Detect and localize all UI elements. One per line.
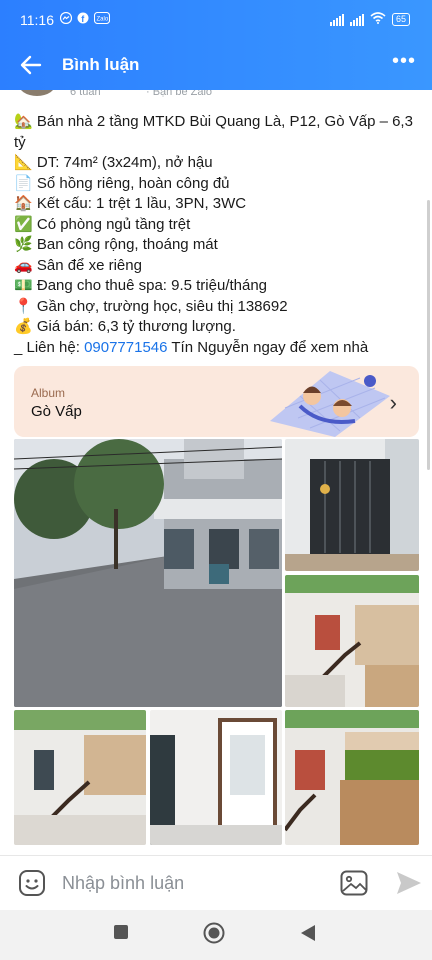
post-line-text: Bán nhà 2 tầng MTKD Bùi Quang Là, P12, G… [14,113,413,151]
status-bar: 11:16 f Zalo 65 [0,0,432,40]
album-label: Album [31,386,66,400]
home-button-icon[interactable] [203,922,225,949]
album-illustration [270,371,390,437]
post-time: 6 tuần [70,90,101,98]
phone-link[interactable]: 0907771546 [84,339,167,356]
photo-interior-2[interactable] [150,710,282,845]
page-title: Bình luận [62,55,140,74]
post-line: 🏡 Bán nhà 2 tầng MTKD Bùi Quang Là, P12,… [14,112,418,153]
photo-interior-1[interactable] [14,710,146,845]
post-line-text: DT: 74m² (3x24m), nở hậu [36,154,213,171]
image-picker-icon[interactable] [340,870,368,901]
avatar[interactable] [18,90,56,96]
sticker-emoji-icon[interactable] [18,869,46,902]
signal-icon [329,13,344,26]
post-line: 📍 Gần chợ, trường học, siêu thị 138692 [14,297,418,318]
album-name: Gò Vấp [31,403,82,420]
back-nav-icon[interactable] [300,924,316,947]
photo-gate[interactable] [285,439,419,571]
document-icon: 📄 [14,174,33,192]
post-line-text: Sổ hồng riêng, hoàn công đủ [36,174,230,192]
check-icon: ✅ [14,215,33,233]
post-line-text: Đang cho thuê spa: 9.5 triệu/tháng [36,277,268,294]
post-line: 📄 Sổ hồng riêng, hoàn công đủ [14,174,418,195]
home-icon: 🏠 [14,195,33,212]
post-body: 🏡 Bán nhà 2 tầng MTKD Bùi Quang Là, P12,… [14,112,418,358]
status-right-icons: 65 [329,12,410,27]
car-icon: 🚗 [14,256,33,274]
house-icon: 🏡 [14,113,33,130]
post-line: 💵 Đang cho thuê spa: 9.5 triệu/tháng [14,276,418,297]
chevron-right-icon: › [389,390,397,415]
comment-input[interactable] [62,868,312,898]
signal-2-icon [349,13,364,26]
post-line-text: Gần chợ, trường học, siêu thị 138692 [36,297,288,315]
post-line: 💰 Giá bán: 6,3 tỷ thương lượng. [14,317,418,338]
contact-prefix: _ Liên hệ: [14,338,85,356]
back-arrow-icon[interactable] [18,52,44,78]
status-notification-icons: f Zalo [59,11,111,27]
photo-grid [14,439,419,845]
money-icon: 💵 [14,277,33,294]
post-line: 🏠 Kết cấu: 1 trệt 1 lầu, 3PN, 3WC [14,194,418,215]
system-nav-bar [0,910,432,960]
status-time: 11:16 [20,12,54,28]
zalo-notif-icon: Zalo [93,11,111,27]
post-line: 🚗 Sân để xe riêng [14,256,418,277]
send-icon[interactable] [395,870,423,901]
post-line-text: Giá bán: 6,3 tỷ thương lượng. [36,318,236,335]
post-line-text: Có phòng ngủ tầng trệt [36,215,191,233]
money-bag-icon: 💰 [14,318,33,335]
comment-input-bar [0,855,432,909]
post-audience: · Bạn bè Zalo [146,90,213,98]
post-line-text: Kết cấu: 1 trệt 1 lầu, 3PN, 3WC [36,195,247,212]
ruler-icon: 📐 [14,154,33,171]
leaf-icon: 🌿 [14,236,33,253]
scrollbar[interactable] [427,200,430,470]
recent-apps-icon[interactable] [113,924,129,945]
contact-line: _ Liên hệ: 0907771546 Tín Nguyễn ngay để… [14,338,418,359]
pin-icon: 📍 [14,297,33,315]
post-line: 🌿 Ban công rộng, thoáng mát [14,235,418,256]
photo-street[interactable] [14,439,282,707]
post-line-text: Sân để xe riêng [36,256,142,274]
app-header: Bình luận ••• [0,40,432,90]
post-line: 📐 DT: 74m² (3x24m), nở hậu [14,153,418,174]
facebook-notif-icon: f [77,12,89,27]
comment-thread[interactable]: 6 tuần · Bạn bè Zalo 🏡 Bán nhà 2 tầng MT… [0,90,432,855]
wifi-icon [370,12,386,27]
post-line: ✅ Có phòng ngủ tầng trệt [14,215,418,236]
messenger-notif-icon [59,11,73,27]
photo-kitchen[interactable] [285,710,419,845]
album-card[interactable]: Album Gò Vấp › [14,366,419,437]
more-options-icon[interactable]: ••• [392,50,416,73]
post-line-text: Ban công rộng, thoáng mát [36,236,218,253]
photo-stairs[interactable] [285,575,419,707]
contact-suffix: Tín Nguyễn ngay để xem nhà [167,338,369,356]
svg-text:Zalo: Zalo [97,17,109,23]
battery-icon: 65 [391,13,410,26]
